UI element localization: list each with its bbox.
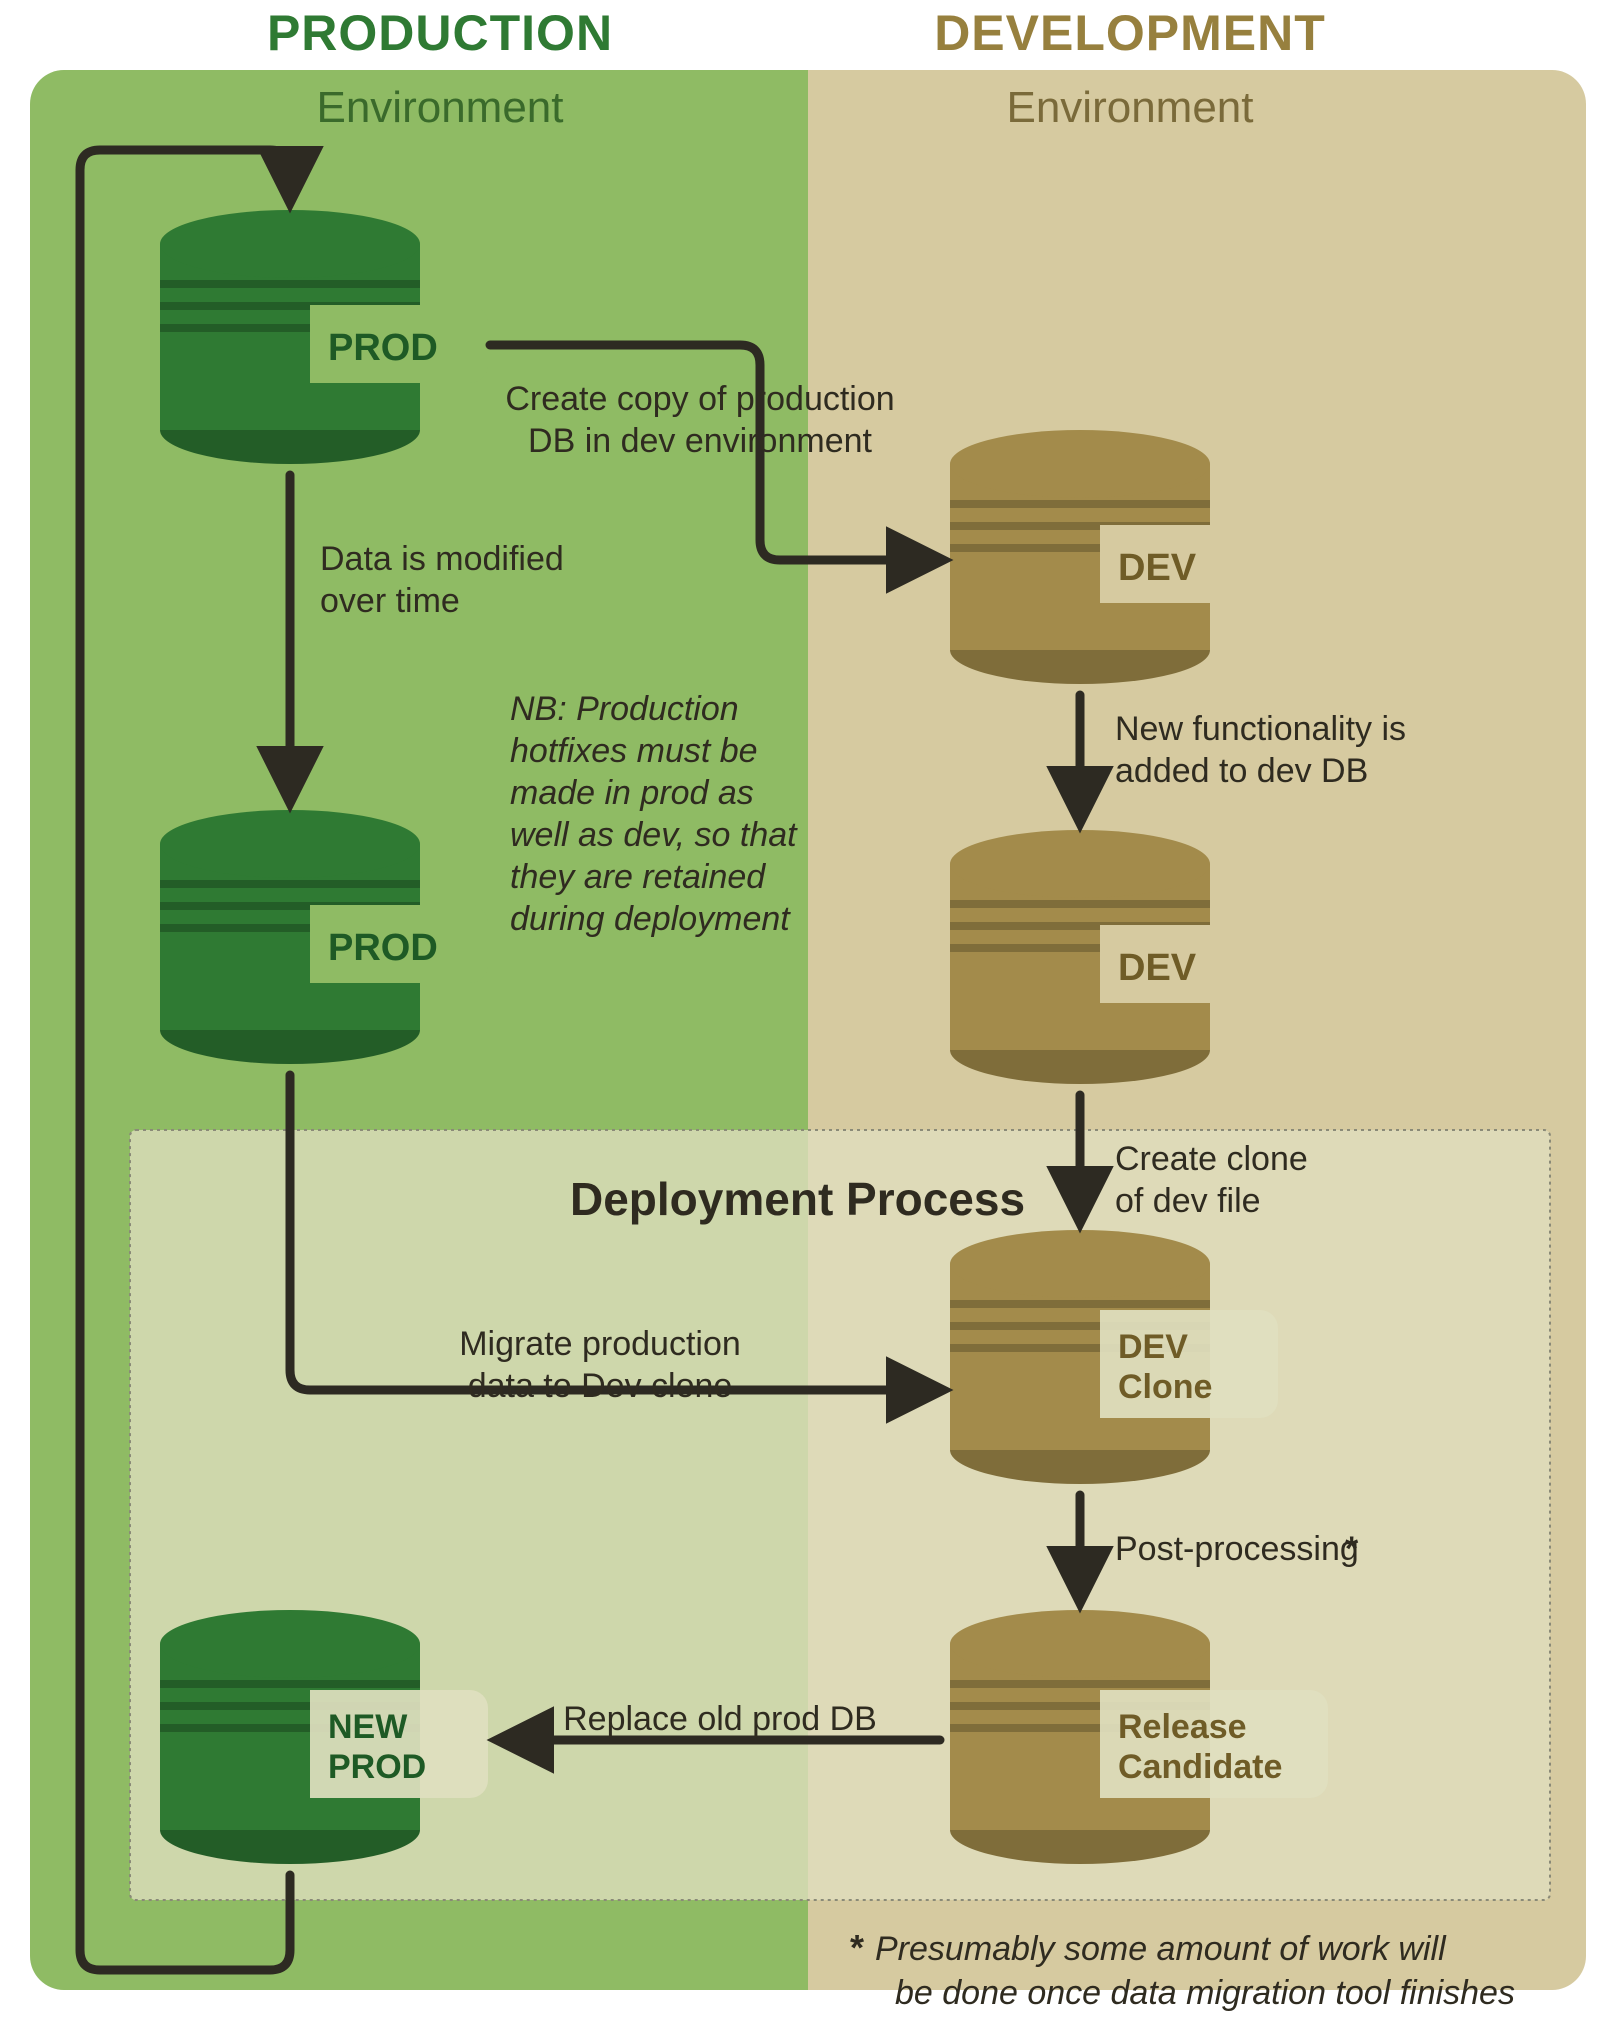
label-add-func-1: New functionality is [1115,710,1406,748]
label-migrate-2: data to Dev clone [468,1367,733,1405]
nb-4: well as dev, so that [510,816,798,854]
nb-5: they are retained [510,858,766,896]
db-dev-2-label: DEV [1118,947,1197,989]
nb-2: hotfixes must be [510,732,758,770]
prod-header: PRODUCTION [267,5,613,61]
footnote-line-2: be done once data migration tool finishe… [895,1974,1515,2012]
diagram-svg: PRODUCTION DEVELOPMENT Environment Envir… [0,0,1616,2043]
label-copy-prod-2: DB in dev environment [528,422,873,460]
label-add-func-2: added to dev DB [1115,752,1368,790]
label-copy-prod-1: Create copy of production [505,380,894,418]
dev-header: DEVELOPMENT [934,5,1326,61]
footnote-star: * [850,1927,864,1968]
label-migrate-1: Migrate production [459,1325,741,1363]
db-rc-label-1: Release [1118,1708,1247,1746]
label-data-modified-2: over time [320,582,460,620]
label-clone-dev-2: of dev file [1115,1182,1261,1220]
db-rc-label-2: Candidate [1118,1748,1282,1786]
label-replace: Replace old prod DB [563,1700,877,1738]
dev-subheader: Environment [1006,83,1253,132]
label-postproc-star: * [1345,1530,1359,1568]
nb-6: during deployment [510,900,791,938]
db-prod-1-label: PROD [328,327,438,369]
db-dev-1-label: DEV [1118,547,1197,589]
deployment-title: Deployment Process [570,1173,1025,1225]
db-new-prod-label-1: NEW [328,1708,408,1746]
db-dev-clone-label-2: Clone [1118,1368,1212,1406]
label-clone-dev-1: Create clone [1115,1140,1308,1178]
nb-3: made in prod as [510,774,754,812]
label-postproc: Post-processing [1115,1530,1359,1568]
label-data-modified-1: Data is modified [320,540,564,578]
db-new-prod-label-2: PROD [328,1748,426,1786]
label-postproc-group: Post-processing * [1115,1530,1359,1568]
nb-1: NB: Production [510,690,739,728]
prod-subheader: Environment [316,83,563,132]
db-dev-clone-label-1: DEV [1118,1328,1188,1366]
db-prod-2-label: PROD [328,927,438,969]
footnote-line-1: Presumably some amount of work will [875,1930,1447,1968]
diagram-root: PRODUCTION DEVELOPMENT Environment Envir… [0,0,1616,2043]
